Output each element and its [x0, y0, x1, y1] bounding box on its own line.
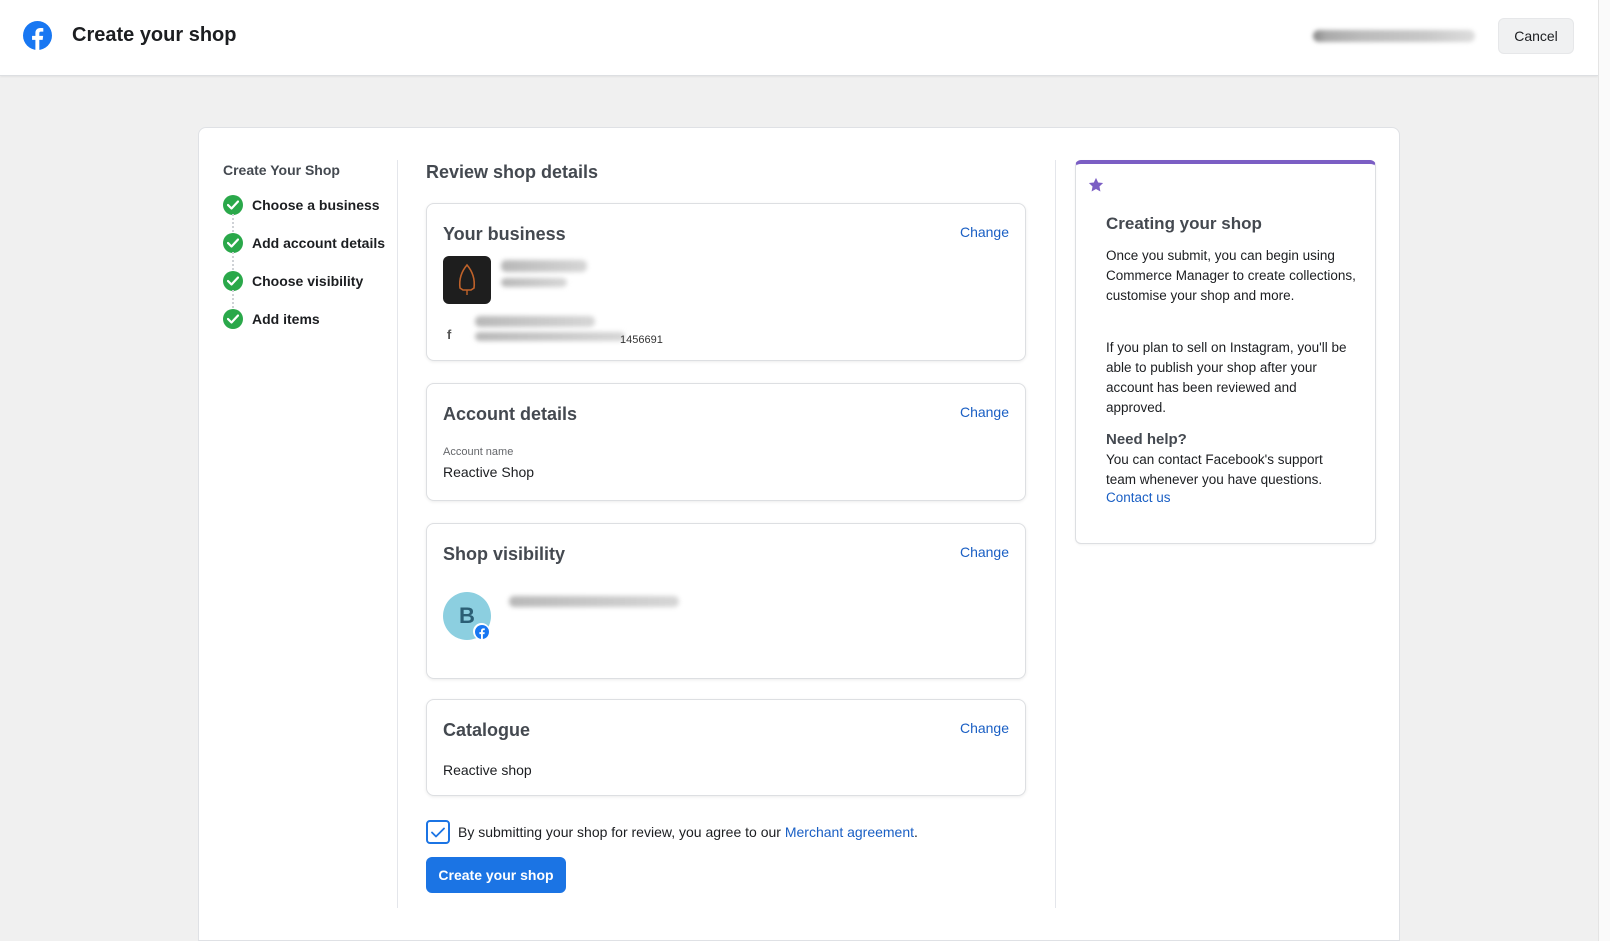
- card-title: Your business: [443, 224, 566, 244]
- card-title: Shop visibility: [443, 544, 566, 564]
- facebook-badge-icon: [473, 623, 490, 640]
- step-choose-business[interactable]: Choose a business: [223, 186, 393, 232]
- step-label: Add account details: [252, 235, 386, 251]
- top-bar: Create your shop Cancel: [0, 0, 1598, 76]
- page-id-suffix: 1456691: [620, 334, 663, 346]
- steps-title: Create Your Shop: [223, 162, 340, 178]
- help-paragraph-2: If you plan to sell on Instagram, you'll…: [1106, 340, 1347, 415]
- check-circle-icon: [223, 271, 243, 291]
- page-title: Create your shop: [72, 24, 237, 46]
- shop-visibility-card: Shop visibility Change B: [426, 523, 1026, 679]
- card-title: Catalogue: [443, 720, 531, 740]
- checkmark-icon: [431, 827, 445, 837]
- step-label: Choose a business: [252, 197, 380, 213]
- check-circle-icon: [223, 309, 243, 329]
- help-paragraph-3: You can contact Facebook's support team …: [1106, 452, 1323, 487]
- step-label: Choose visibility: [252, 273, 364, 289]
- catalogue-card: Catalogue Change Reactive shop: [426, 699, 1026, 796]
- divider: [397, 160, 398, 908]
- divider: [1055, 160, 1056, 908]
- progress-steps: Create Your Shop Choose a business Add a…: [223, 162, 393, 338]
- main-panel: Create Your Shop Choose a business Add a…: [198, 127, 1400, 941]
- step-add-account-details[interactable]: Add account details: [223, 224, 393, 270]
- check-circle-icon: [223, 233, 243, 253]
- agreement-row: By submitting your shop for review, you …: [426, 820, 918, 844]
- create-shop-button[interactable]: Create your shop: [426, 857, 566, 893]
- star-icon: [1088, 177, 1104, 192]
- agreement-text: By submitting your shop for review, you …: [458, 824, 918, 840]
- agreement-label: By submitting your shop for review, you …: [458, 824, 785, 840]
- business-logo: [443, 256, 491, 304]
- merchant-agreement-link[interactable]: Merchant agreement: [785, 824, 914, 840]
- card-title: Account details: [443, 404, 578, 424]
- change-visibility-link[interactable]: Change: [960, 544, 1009, 560]
- review-title: Review shop details: [426, 162, 599, 182]
- facebook-f-icon: f: [447, 327, 452, 342]
- contact-us-link[interactable]: Contact us: [1106, 490, 1171, 505]
- page-id-redacted: [475, 332, 625, 341]
- need-help-heading: Need help?: [1106, 431, 1187, 448]
- agreement-checkbox[interactable]: [426, 820, 450, 844]
- agreement-period: .: [914, 824, 918, 840]
- business-name-redacted: [501, 260, 587, 272]
- check-circle-icon: [223, 195, 243, 215]
- change-business-link[interactable]: Change: [960, 224, 1009, 240]
- help-card: Creating your shop Once you submit, you …: [1075, 160, 1376, 544]
- account-name-label: Account name: [443, 446, 514, 458]
- account-name-redacted: [1313, 30, 1475, 42]
- help-title: Creating your shop: [1106, 214, 1262, 233]
- step-label: Add items: [252, 311, 320, 327]
- business-type-redacted: [501, 278, 567, 287]
- account-name-value: Reactive Shop: [443, 464, 535, 480]
- change-catalogue-link[interactable]: Change: [960, 720, 1009, 736]
- page-name-redacted: [475, 316, 595, 327]
- scrollbar[interactable]: [1598, 0, 1610, 941]
- catalogue-value: Reactive shop: [443, 762, 532, 778]
- change-account-link[interactable]: Change: [960, 404, 1009, 420]
- step-choose-visibility[interactable]: Choose visibility: [223, 262, 393, 308]
- business-card: Your business Change f 1456691: [426, 203, 1026, 361]
- page-name-redacted: [509, 596, 679, 607]
- facebook-logo-icon[interactable]: [23, 21, 52, 50]
- cancel-button[interactable]: Cancel: [1498, 18, 1574, 54]
- rocket-icon: [458, 263, 476, 295]
- account-details-card: Account details Change Account name Reac…: [426, 383, 1026, 501]
- step-add-items[interactable]: Add items: [223, 300, 393, 338]
- help-paragraph-1: Once you submit, you can begin using Com…: [1106, 248, 1356, 303]
